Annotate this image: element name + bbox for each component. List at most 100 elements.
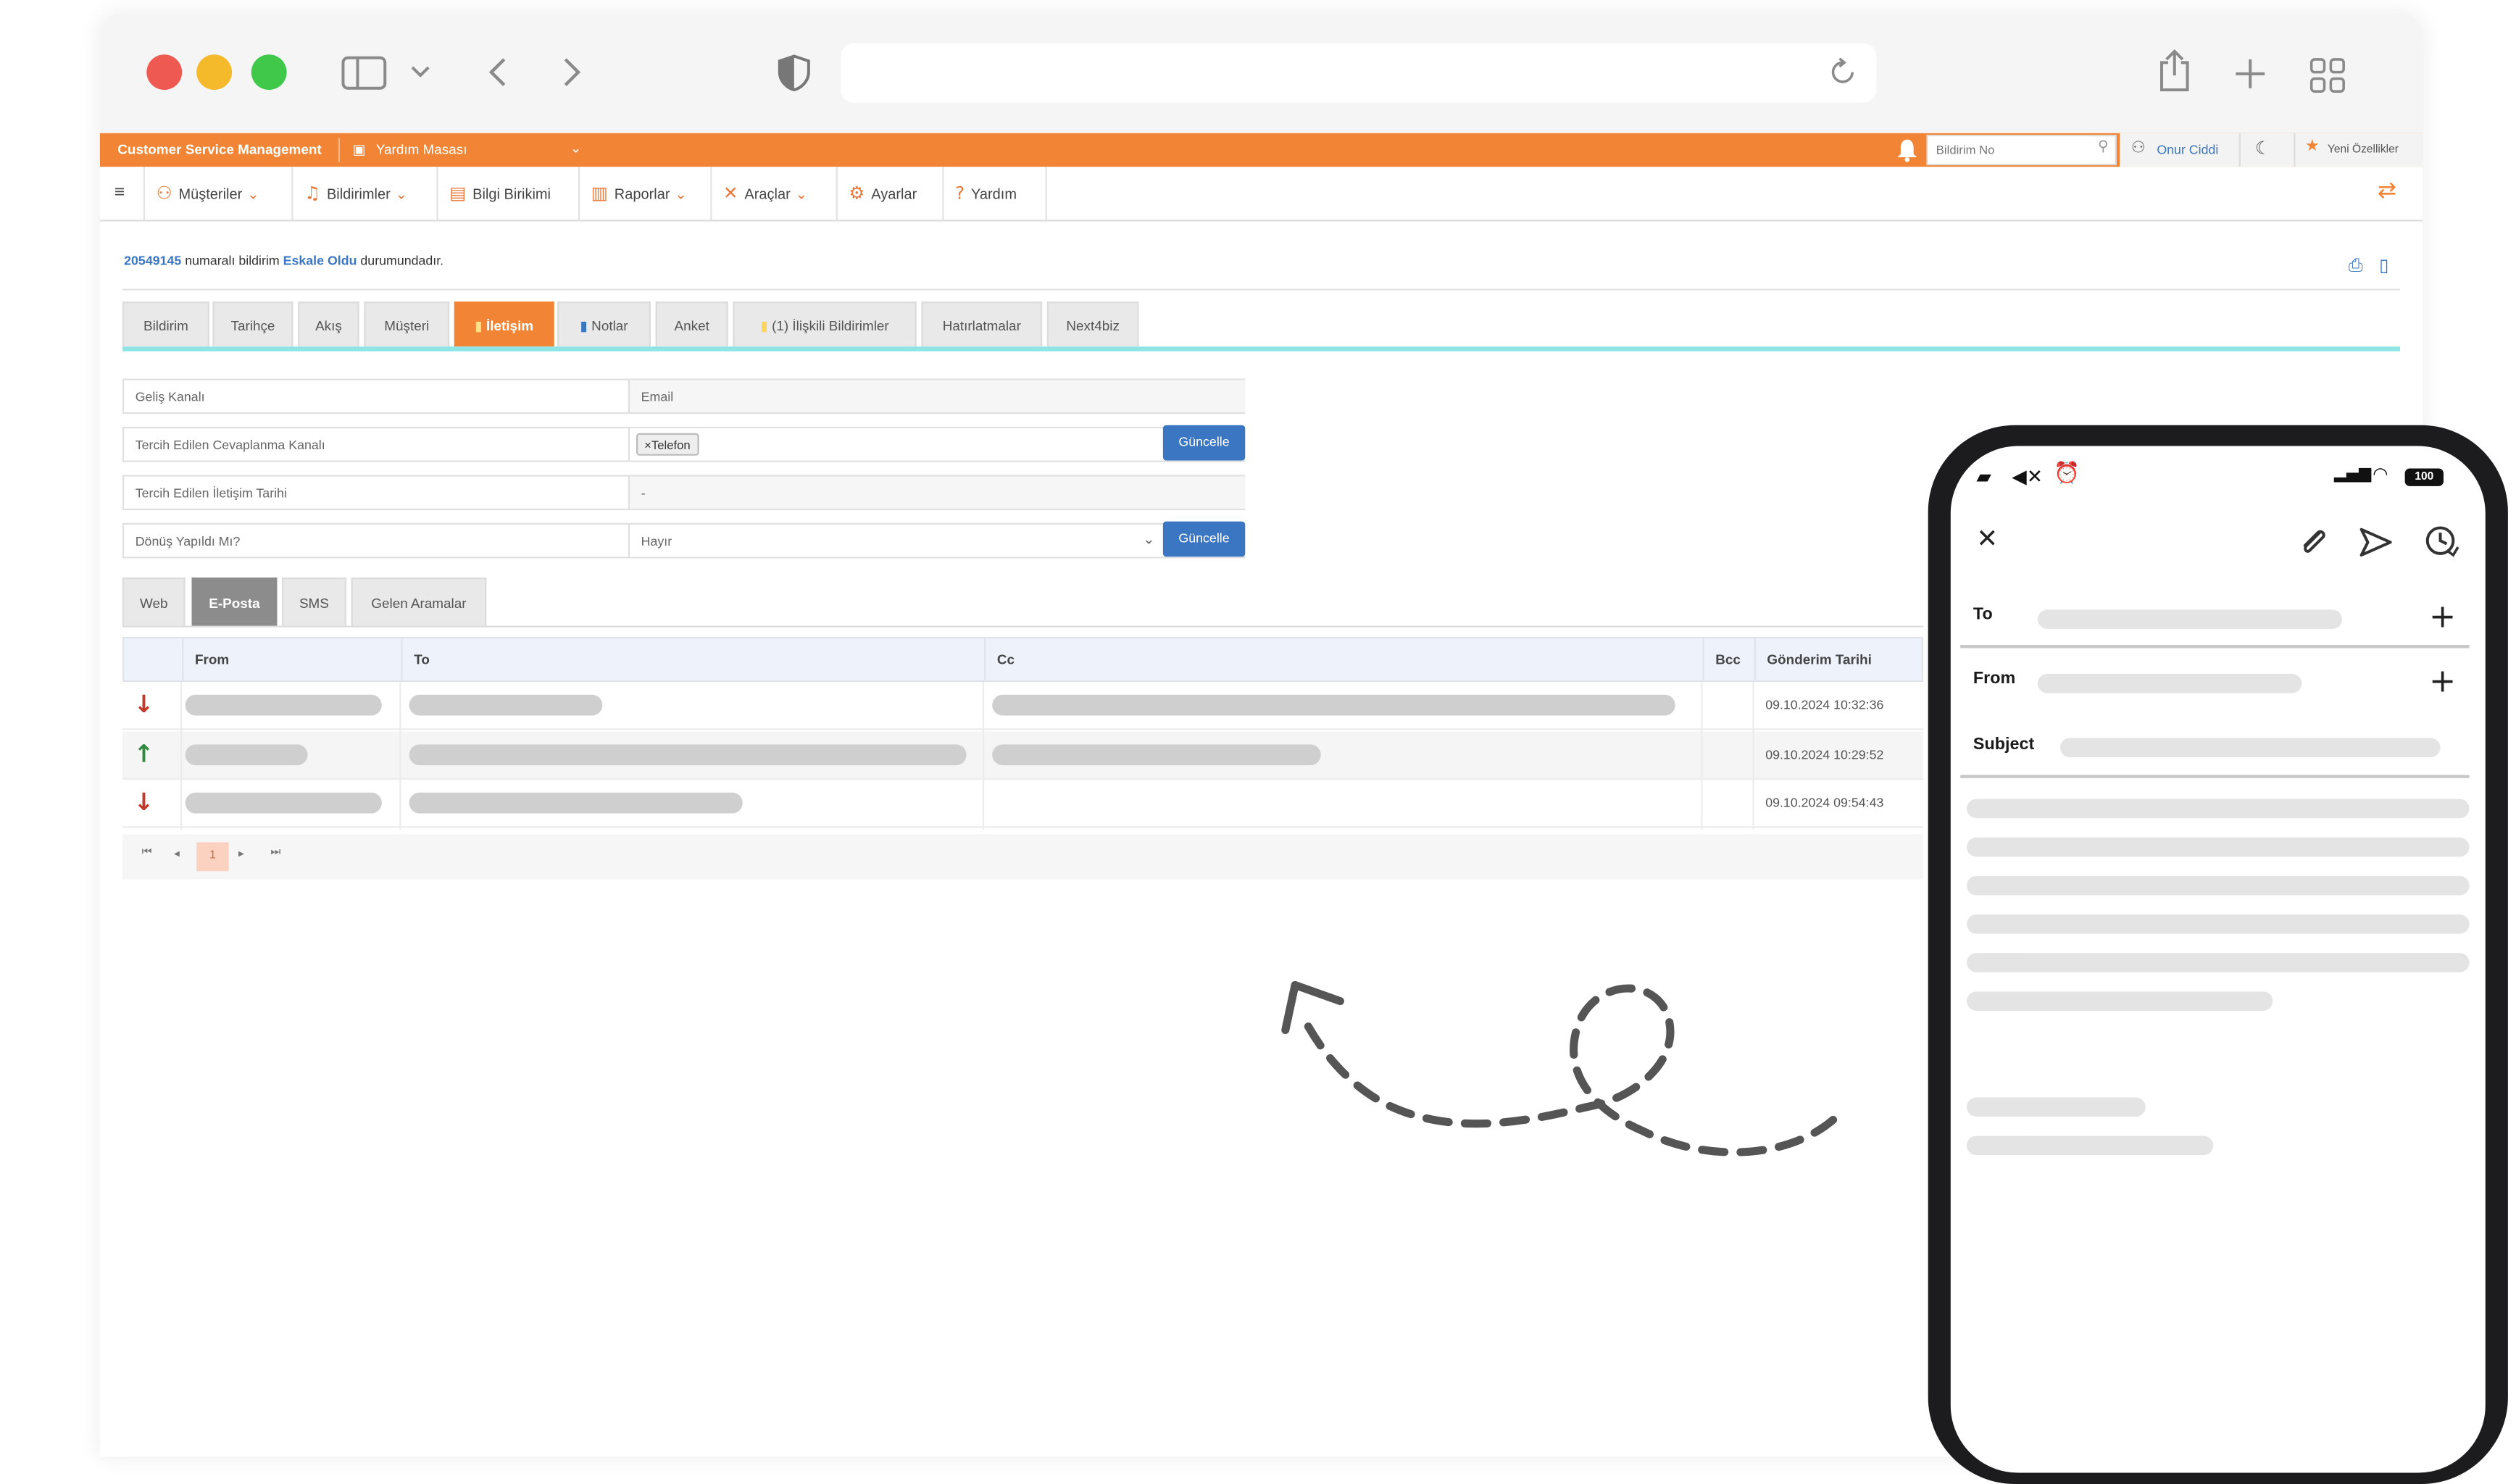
schedule-icon[interactable] xyxy=(2424,525,2459,560)
dark-mode-icon[interactable]: ☾ xyxy=(2255,138,2271,159)
tab-overview-icon[interactable] xyxy=(2309,58,2345,93)
battery-indicator: 100 xyxy=(2404,468,2444,486)
gear-icon: ⚙ xyxy=(849,183,865,204)
maximize-window-button[interactable] xyxy=(251,54,287,90)
message-icon: ▰ xyxy=(1976,465,1991,488)
table-row[interactable]: ↓ 09.10.2024 10:32:36 xyxy=(122,681,1924,730)
returned-select[interactable]: Hayır ⌄ xyxy=(628,525,1162,557)
table-row[interactable]: ↓ 09.10.2024 09:54:43 xyxy=(122,780,1924,828)
refresh-icon[interactable]: ⇄ xyxy=(2378,178,2396,204)
subtab-eposta[interactable]: E-Posta xyxy=(191,578,278,626)
bell-icon[interactable] xyxy=(1896,138,1918,162)
header-to[interactable]: To xyxy=(401,638,984,682)
attachment-icon[interactable] xyxy=(2297,526,2329,558)
wifi-icon: ◠ xyxy=(2373,463,2388,485)
divider xyxy=(122,625,1924,628)
back-icon[interactable] xyxy=(486,56,509,88)
close-icon[interactable]: ✕ xyxy=(1976,523,1998,554)
signal-icon: ▂▄▆ xyxy=(2333,465,2372,483)
nav-tools[interactable]: ✕ Araçlar ⌄ xyxy=(712,167,838,220)
last-page-icon[interactable]: ⏭ xyxy=(270,847,280,860)
header-cc[interactable]: Cc xyxy=(984,638,1702,682)
nav-notifications[interactable]: ♫ Bildirimler ⌄ xyxy=(293,167,438,220)
search-icon[interactable]: ⚲ xyxy=(2098,140,2109,156)
prev-page-icon[interactable]: ◂ xyxy=(174,847,180,859)
tab-tarihce[interactable]: Tarihçe xyxy=(212,301,293,347)
print-icon[interactable]: ⎙ xyxy=(2349,255,2363,278)
nav-knowledge-base[interactable]: ▤ Bilgi Birikimi xyxy=(438,167,580,220)
next-page-icon[interactable]: ▸ xyxy=(238,847,244,859)
nav-reports[interactable]: ▥ Raporlar ⌄ xyxy=(580,167,712,220)
tab-notlar[interactable]: ▮ Notlar xyxy=(557,301,651,347)
from-field-placeholder[interactable] xyxy=(2037,673,2302,693)
divider xyxy=(2294,133,2296,167)
chevron-down-icon: ⌄ xyxy=(395,186,408,202)
channel-tag[interactable]: ×Telefon xyxy=(636,433,699,456)
new-tab-icon[interactable] xyxy=(2234,58,2266,90)
update-returned-button[interactable]: Güncelle xyxy=(1162,521,1246,557)
close-window-button[interactable] xyxy=(146,54,183,90)
cc-placeholder xyxy=(992,694,1675,716)
forward-icon[interactable] xyxy=(561,56,583,88)
reload-icon[interactable] xyxy=(1828,57,1857,87)
ticket-search[interactable]: ⚲ xyxy=(1926,134,2117,166)
table-row[interactable]: ↑ 09.10.2024 10:29:52 xyxy=(122,731,1924,780)
current-page[interactable]: 1 xyxy=(196,842,229,872)
header-bcc[interactable]: Bcc xyxy=(1702,638,1754,682)
tab-akis[interactable]: Akış xyxy=(298,301,359,347)
tab-iliskili-bildirimler[interactable]: ▮ (1) İlişkili Bildirimler xyxy=(733,301,917,347)
subject-field-placeholder[interactable] xyxy=(2059,738,2441,758)
module-name: Yardım Masası xyxy=(375,141,467,157)
shield-icon[interactable] xyxy=(776,53,812,93)
subtab-gelen-aramalar[interactable]: Gelen Aramalar xyxy=(351,578,487,626)
tab-bildirim[interactable]: Bildirim xyxy=(122,301,209,347)
sent-date: 09.10.2024 10:32:36 xyxy=(1765,698,1884,713)
tab-underline xyxy=(122,346,2400,351)
phone-mockup: ▰ ◀✕ ⏰ ▂▄▆ ◠ 100 ✕ To + From + Subject xyxy=(1928,425,2508,1484)
send-icon[interactable] xyxy=(2358,526,2394,558)
menu-icon[interactable]: ≡ xyxy=(100,167,146,220)
subtab-web[interactable]: Web xyxy=(122,578,186,626)
divider xyxy=(122,288,2400,291)
module-selector[interactable]: ▣ Yardım Masası ⌄ xyxy=(353,133,582,167)
tab-iletisim[interactable]: ▮ İletişim xyxy=(454,301,554,347)
field-label: Tercih Edilen Cevaplanma Kanalı xyxy=(135,438,325,453)
user-name[interactable]: Onur Ciddi xyxy=(2157,133,2218,167)
nav-customers[interactable]: ⚇ Müşteriler ⌄ xyxy=(145,167,293,220)
bell-icon: ♫ xyxy=(304,183,321,204)
update-channel-button[interactable]: Güncelle xyxy=(1162,425,1246,461)
subject-label: Subject xyxy=(1973,735,2035,754)
form-row-preferred-date: Tercih Edilen İletişim Tarihi - xyxy=(122,475,1246,511)
ticket-search-input[interactable] xyxy=(1928,136,2089,164)
header-date[interactable]: Gönderim Tarihi xyxy=(1754,638,1925,682)
sidebar-toggle-icon[interactable] xyxy=(341,56,387,90)
tab-next4biz[interactable]: Next4biz xyxy=(1046,301,1139,347)
minimize-window-button[interactable] xyxy=(196,54,233,90)
share-icon[interactable] xyxy=(2157,48,2192,93)
col-line xyxy=(180,681,183,830)
status-text: numaralı bildirim xyxy=(185,253,280,268)
tab-musteri[interactable]: Müşteri xyxy=(364,301,450,347)
add-recipient-icon[interactable]: + xyxy=(2429,597,2456,635)
chevron-down-icon[interactable] xyxy=(411,64,430,80)
nav-help[interactable]: ? Yardım xyxy=(944,167,1047,220)
pdf-icon[interactable]: ▯ xyxy=(2379,255,2388,276)
briefcase-icon: ▣ xyxy=(352,143,366,159)
grid-header: From To Cc Bcc Gönderim Tarihi xyxy=(122,636,1925,682)
preferred-date-value: - xyxy=(628,476,1246,509)
ticket-number[interactable]: 20549145 xyxy=(124,254,181,268)
preferred-channel-select[interactable]: ×Telefon xyxy=(628,428,1162,461)
header-from[interactable]: From xyxy=(182,638,401,682)
add-sender-icon[interactable]: + xyxy=(2429,661,2456,699)
tab-hatirlatmalar[interactable]: Hatırlatmalar xyxy=(921,301,1043,347)
sent-date: 09.10.2024 09:54:43 xyxy=(1765,796,1884,811)
first-page-icon[interactable]: ⏮ xyxy=(142,847,152,860)
subtab-sms[interactable]: SMS xyxy=(281,578,346,626)
new-features-link[interactable]: Yeni Özellikler xyxy=(2328,133,2399,167)
chevron-down-icon: ⌄ xyxy=(795,186,808,202)
field-label: Tercih Edilen İletişim Tarihi xyxy=(135,485,287,501)
nav-settings[interactable]: ⚙ Ayarlar xyxy=(838,167,944,220)
tab-anket[interactable]: Anket xyxy=(655,301,728,347)
to-field-placeholder[interactable] xyxy=(2037,609,2342,629)
address-bar[interactable] xyxy=(841,43,1877,103)
